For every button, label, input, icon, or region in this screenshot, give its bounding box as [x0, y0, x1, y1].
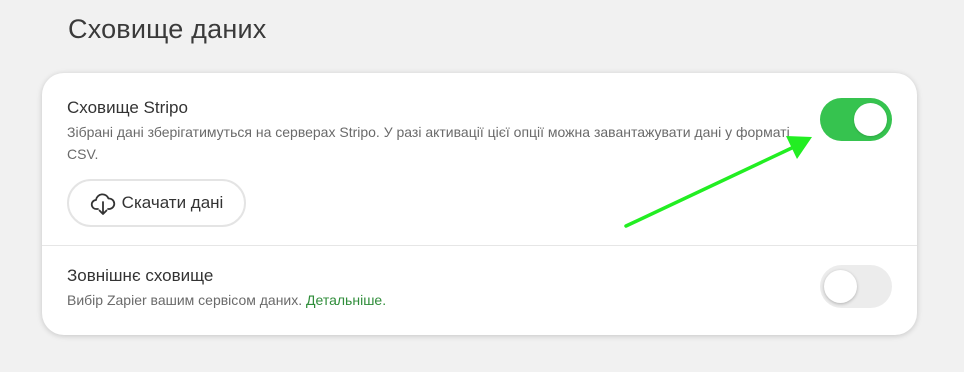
external-storage-description: Вибір Zapier вашим сервісом даних. Детал…: [67, 289, 386, 311]
learn-more-link[interactable]: Детальніше.: [306, 292, 386, 308]
page-title: Сховище даних: [68, 14, 267, 44]
external-storage-title: Зовнішнє сховище: [67, 266, 214, 285]
external-storage-toggle[interactable]: [820, 265, 892, 308]
stripo-storage-toggle[interactable]: [820, 98, 892, 141]
download-data-button[interactable]: Скачати дані: [67, 179, 246, 227]
external-storage-section: Зовнішнє сховище Вибір Zapier вашим серв…: [42, 246, 917, 335]
external-storage-description-text: Вибір Zapier вашим сервісом даних.: [67, 292, 303, 308]
toggle-knob: [854, 103, 887, 136]
toggle-knob: [824, 270, 857, 303]
storage-card: Сховище Stripo Зібрані дані зберігатимут…: [42, 73, 917, 335]
stripo-storage-section: Сховище Stripo Зібрані дані зберігатимут…: [42, 73, 917, 245]
download-data-label: Скачати дані: [121, 193, 224, 212]
stripo-storage-title: Сховище Stripo: [67, 98, 188, 117]
cloud-download-icon: [90, 193, 115, 215]
stripo-storage-description: Зібрані дані зберігатимуться на серверах…: [67, 124, 790, 162]
